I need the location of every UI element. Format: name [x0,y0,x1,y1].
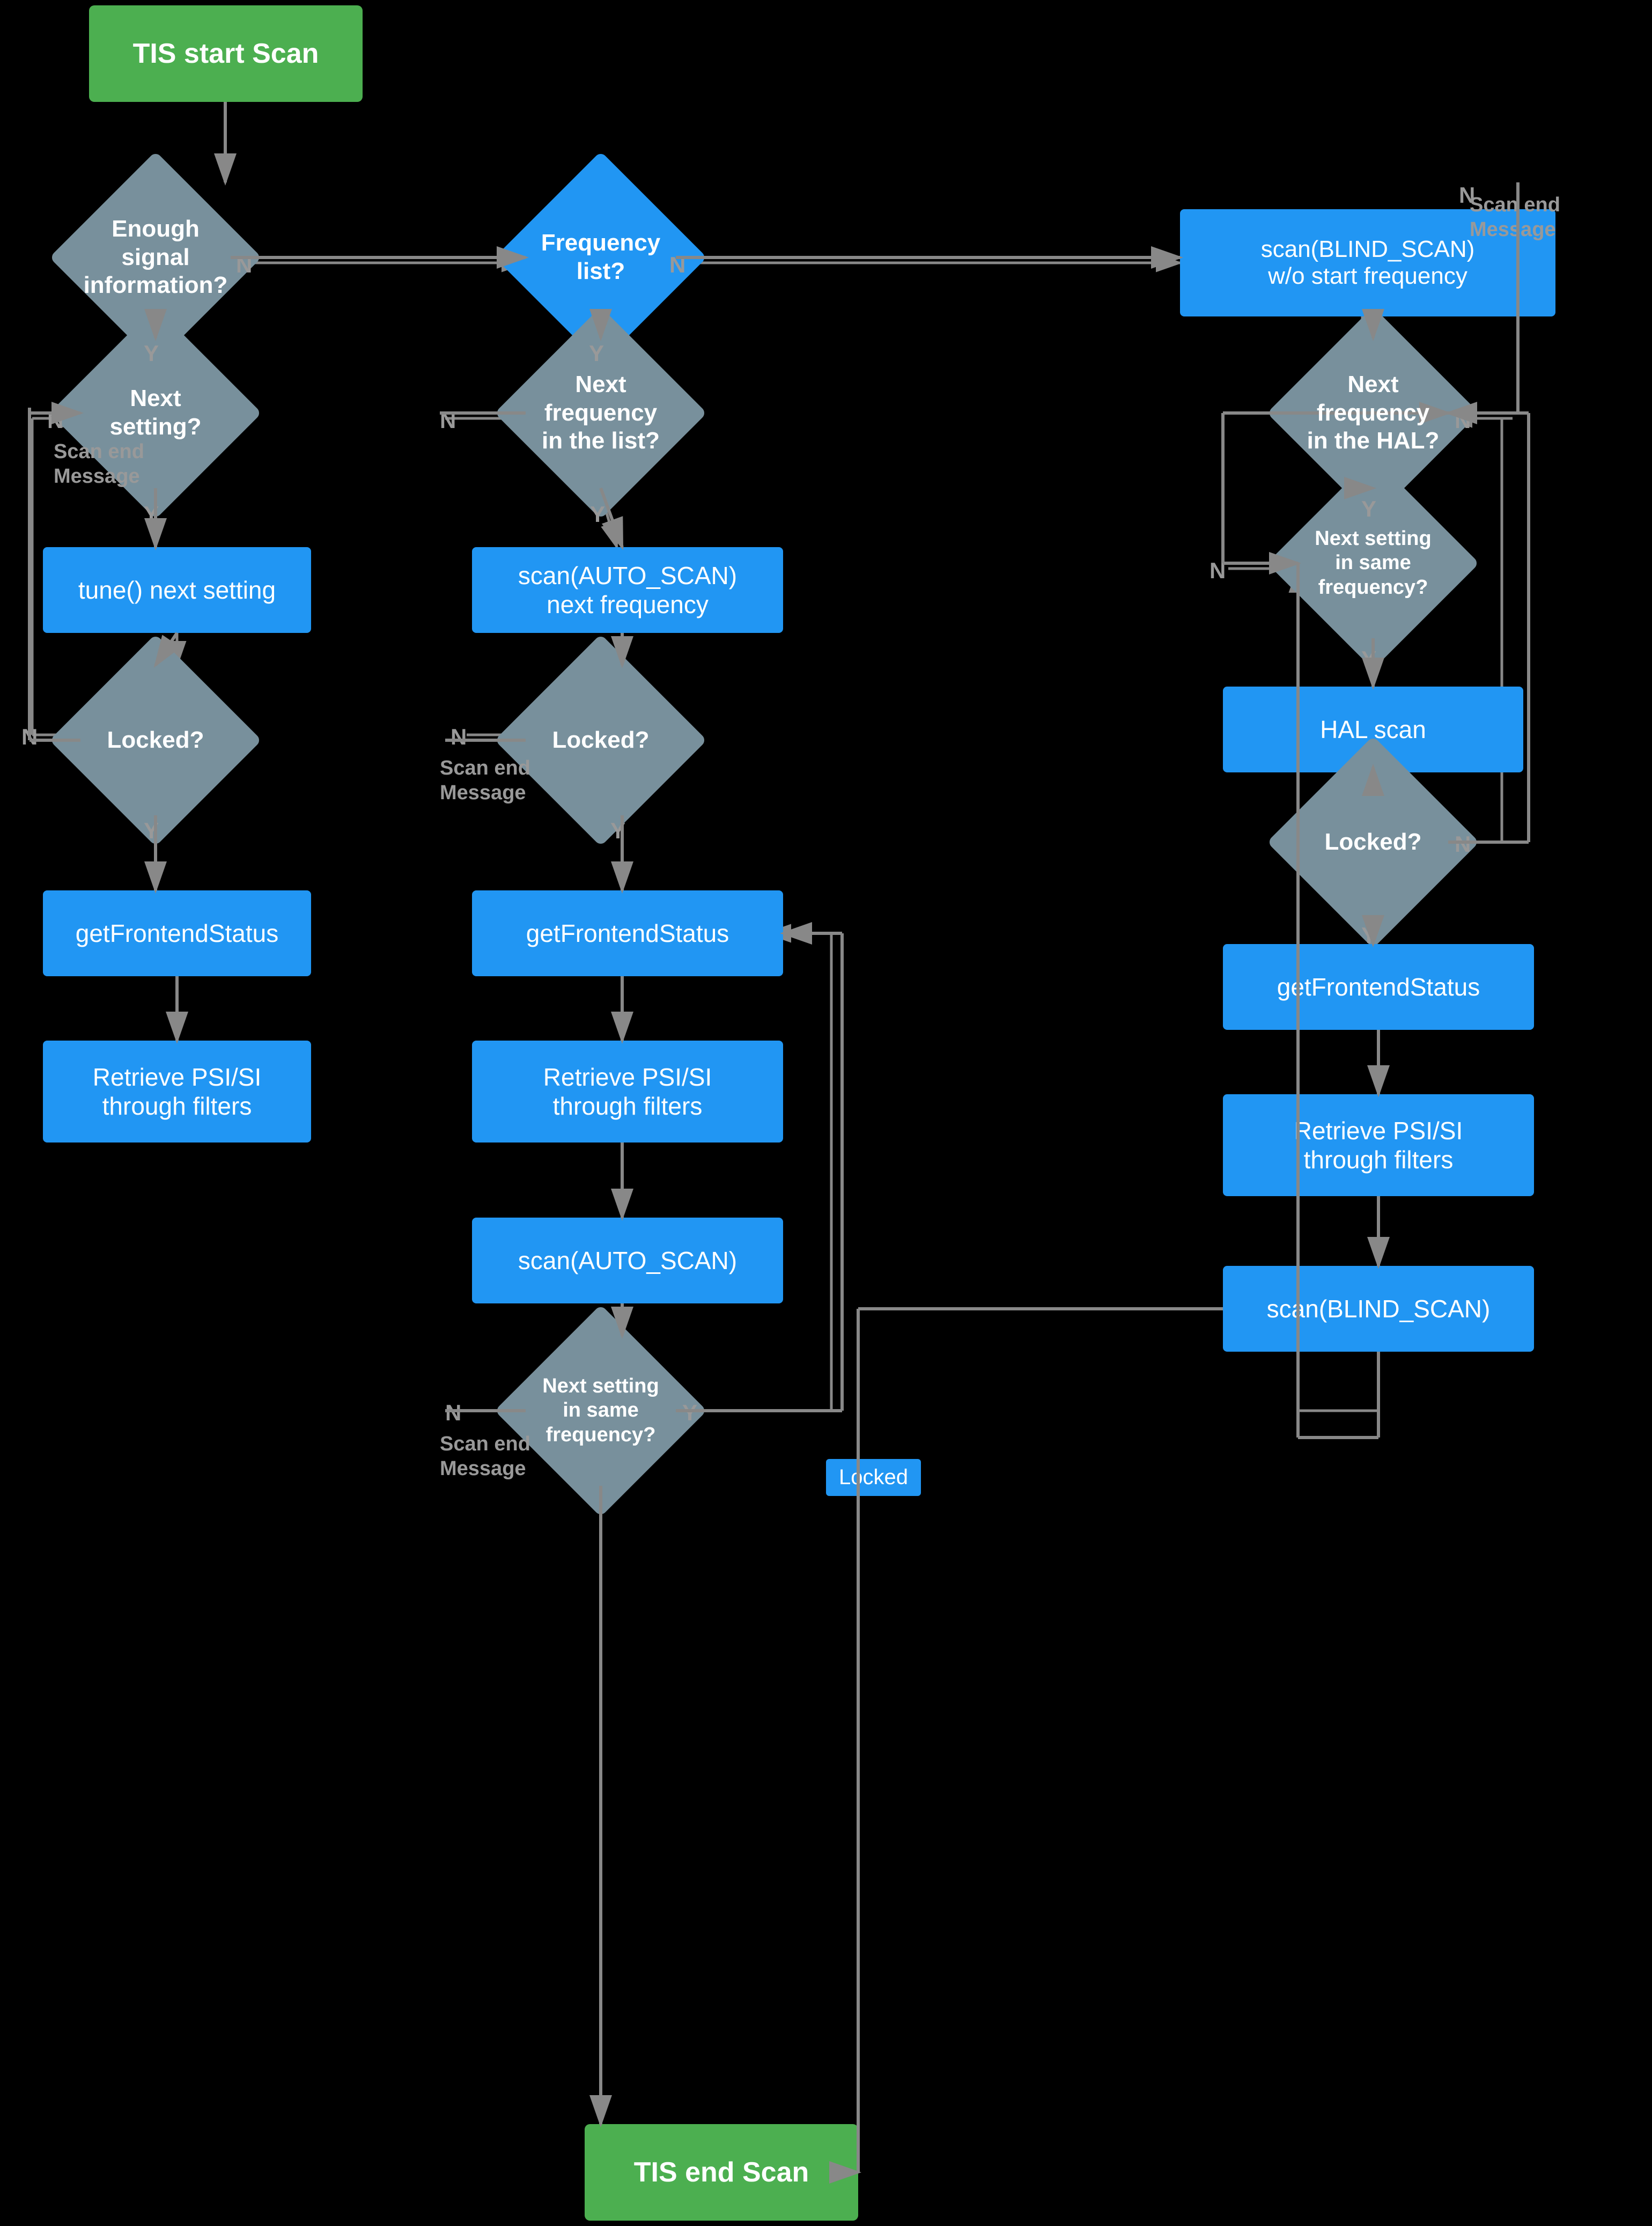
label-n-locked-mid: N [451,724,467,750]
label-n-next-freq-list: N [440,408,456,433]
get-frontend-status-right: getFrontendStatus [1223,944,1534,1030]
label-y-locked-mid: Y [610,818,625,844]
retrieve-psi-mid: Retrieve PSI/SIthrough filters [472,1041,783,1143]
label-scan-end-4: Scan endMessage [1470,193,1560,242]
label-n-next-setting: N [47,408,63,433]
label-y-locked-right: Y [1361,923,1376,948]
label-n-locked-right: N [1455,831,1471,857]
label-y-next-setting-same-mid: Y [682,1400,697,1426]
label-n-next-setting-same-mid: N [445,1400,461,1426]
retrieve-psi-right: Retrieve PSI/SIthrough filters [1223,1094,1534,1196]
tis-end-scan: TIS end Scan [585,2124,858,2221]
locked-mid-diamond: Locked? [526,665,676,815]
get-frontend-status-left: getFrontendStatus [43,890,311,976]
label-y-locked-left: Y [144,818,159,844]
label-y-next-freq-list: Y [590,502,605,527]
blind-scan-right: scan(BLIND_SCAN) [1223,1266,1534,1352]
retrieve-psi-left: Retrieve PSI/SIthrough filters [43,1041,311,1143]
next-setting-same-freq-mid: Next setting in same frequency? [526,1336,676,1486]
auto-scan-next-freq: scan(AUTO_SCAN)next frequency [472,547,783,633]
label-y-next-setting: Y [144,502,159,527]
label-scan-end-2: Scan endMessage [440,756,530,805]
label-y3: Y [1361,496,1376,522]
get-frontend-status-mid: getFrontendStatus [472,890,783,976]
tune-next-setting: tune() next setting [43,547,311,633]
label-y1: Y [144,341,159,366]
label-n1: N [236,252,252,278]
label-y2: Y [589,341,604,366]
label-y-next-setting-same-right: Y [1361,646,1376,672]
label-n-next-setting-same-right: N [1210,558,1226,584]
locked-left-diamond: Locked? [80,665,231,815]
locked-right-diamond: Locked? [1298,767,1448,917]
tis-start-scan: TIS start Scan [89,5,363,102]
label-n3: N [1455,408,1471,433]
locked-badge: Locked [826,1459,921,1496]
label-scan-end-3: Scan endMessage [440,1432,530,1481]
label-n-locked-left: N [21,724,38,750]
label-scan-end-1: Scan endMessage [54,440,144,489]
auto-scan-mid: scan(AUTO_SCAN) [472,1218,783,1303]
